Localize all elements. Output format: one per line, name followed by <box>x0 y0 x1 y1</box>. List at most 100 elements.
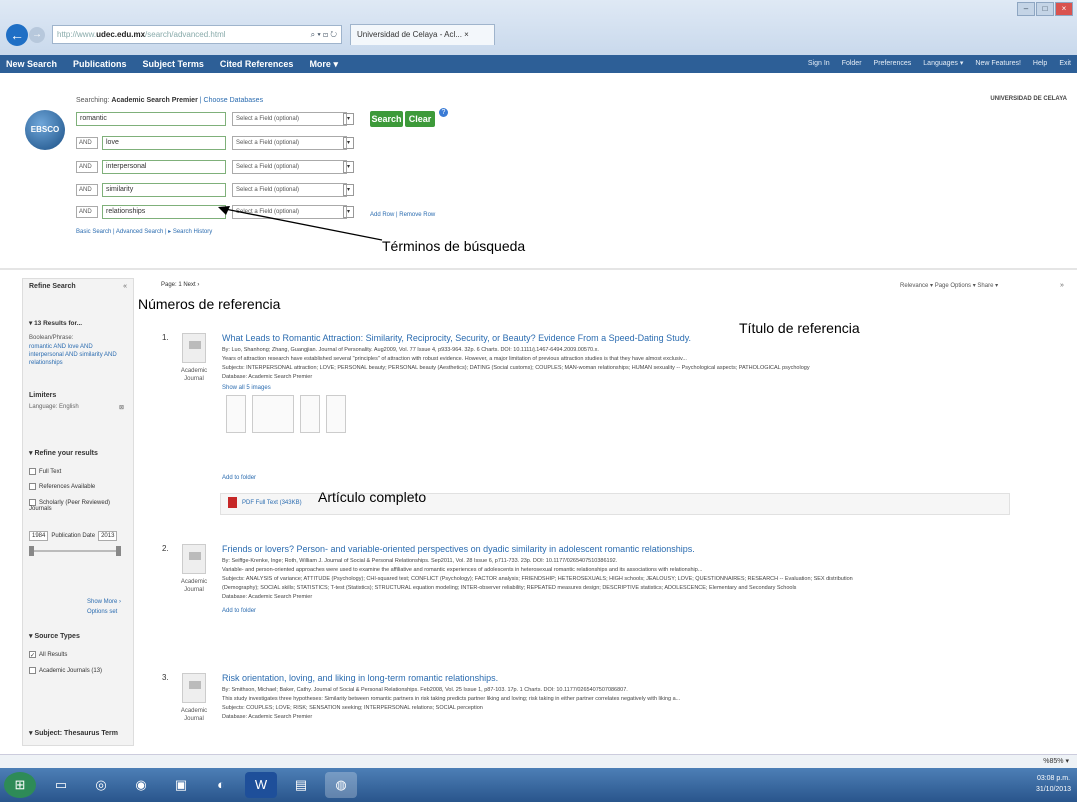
search-term-input-2[interactable]: love <box>102 136 226 150</box>
year-to-input[interactable]: 2013 <box>98 531 118 541</box>
app-taskbar-icon[interactable]: ▤ <box>285 772 317 798</box>
minimize-button[interactable]: – <box>1017 2 1035 16</box>
browser-tab[interactable]: Universidad de Celaya - Acl... × <box>350 24 495 45</box>
journal-icon[interactable] <box>182 544 206 574</box>
nav-publications[interactable]: Publications <box>73 55 127 73</box>
address-bar[interactable]: http://www.udec.edu.mx/search/advanced.h… <box>52 25 342 44</box>
nav-languages[interactable]: Languages ▾ <box>923 55 963 73</box>
add-to-folder-link[interactable]: Add to folder <box>222 608 256 614</box>
sort-options[interactable]: Relevance ▾ Page Options ▾ Share ▾ <box>900 282 998 289</box>
boolean-select-4[interactable]: AND <box>76 184 98 196</box>
pdf-full-text-link[interactable]: PDF Full Text (343KB) <box>242 500 302 506</box>
search-mode-links[interactable]: Basic Search | Advanced Search | ▸ Searc… <box>76 228 212 235</box>
explorer-taskbar-icon[interactable]: ▭ <box>45 772 77 798</box>
search-term-input-3[interactable]: interpersonal <box>102 160 226 174</box>
show-more-link[interactable]: Show More › <box>87 599 121 605</box>
nav-help[interactable]: Help <box>1033 55 1047 73</box>
chevron-down-icon[interactable]: ▾ <box>343 113 354 125</box>
result-subjects-cont: (Demography); SOCIAL skills; STATISTICS;… <box>222 585 797 591</box>
start-button[interactable]: ⊞ <box>4 772 36 798</box>
address-domain: udec.edu.mx <box>96 30 146 39</box>
show-images-link[interactable]: Show all 5 images <box>222 385 271 391</box>
chevron-down-icon[interactable]: ▾ <box>343 184 354 196</box>
field-select-4[interactable]: Select a Field (optional) <box>232 183 347 197</box>
back-button[interactable]: ← <box>6 24 28 46</box>
options-set-link[interactable]: Options set <box>87 609 117 615</box>
boolean-select-3[interactable]: AND <box>76 161 98 173</box>
result-title[interactable]: Friends or lovers? Person- and variable-… <box>222 544 695 554</box>
result-title[interactable]: Risk orientation, loving, and liking in … <box>222 673 498 683</box>
checkbox-academic[interactable] <box>29 667 36 674</box>
journal-icon[interactable] <box>182 673 206 703</box>
result-title[interactable]: What Leads to Romantic Attraction: Simil… <box>222 333 691 343</box>
search-term-input-4[interactable]: similarity <box>102 183 226 197</box>
result-subjects: Subjects: ANALYSIS of variance; ATTITUDE… <box>222 576 853 582</box>
image-thumbnail[interactable] <box>326 395 346 433</box>
chrome-taskbar-icon[interactable]: ◉ <box>125 772 157 798</box>
media-taskbar-icon[interactable]: ◎ <box>85 772 117 798</box>
results-for[interactable]: ▾ 13 Results for... <box>29 319 82 327</box>
pdf-icon[interactable] <box>228 497 237 508</box>
address-controls[interactable]: ⌕ ▾ ⊡ ↻ <box>311 26 337 43</box>
result-subjects: Subjects: COUPLES; LOVE; RISK; SENSATION… <box>222 705 483 711</box>
nav-more[interactable]: More ▾ <box>309 55 338 73</box>
checkbox-full-text[interactable] <box>29 468 36 475</box>
limiters-heading: Limiters <box>29 392 57 399</box>
nav-subject-terms[interactable]: Subject Terms <box>143 55 204 73</box>
boolean-phrase-value[interactable]: romantic AND love AND interpersonal AND … <box>29 343 119 367</box>
add-to-folder-link[interactable]: Add to folder <box>222 475 256 481</box>
system-clock[interactable]: 03:08 p.m. 31/10/2013 <box>1036 773 1071 795</box>
app-taskbar-icon[interactable]: ▣ <box>165 772 197 798</box>
result-byline: By: Smithson, Michael; Baker, Cathy. Jou… <box>222 687 628 693</box>
app-taskbar-icon[interactable]: ◐ <box>205 772 237 798</box>
result-type: Academic Journal <box>180 368 208 382</box>
search-term-input-1[interactable]: romantic <box>76 112 226 126</box>
image-thumbnail[interactable] <box>226 395 246 433</box>
checkbox-references[interactable] <box>29 483 36 490</box>
nav-cited-references[interactable]: Cited References <box>220 55 294 73</box>
nav-preferences[interactable]: Preferences <box>874 55 912 73</box>
boolean-select-5[interactable]: AND <box>76 206 98 218</box>
chevron-down-icon[interactable]: ▾ <box>343 161 354 173</box>
collapse-icon[interactable]: « <box>123 283 127 290</box>
nav-sign-in[interactable]: Sign In <box>808 55 830 73</box>
year-from-input[interactable]: 1984 <box>29 531 49 541</box>
field-select-2[interactable]: Select a Field (optional) <box>232 136 347 150</box>
nav-new-features[interactable]: New Features! <box>975 55 1021 73</box>
zoom-level[interactable]: %85% ▾ <box>1043 757 1069 765</box>
help-icon[interactable]: ? <box>439 108 448 117</box>
result-type: Academic Journal <box>180 708 208 722</box>
source-types-heading[interactable]: ▾ Source Types <box>29 632 80 640</box>
nav-new-search[interactable]: New Search <box>6 55 57 73</box>
subject-heading[interactable]: ▾ Subject: Thesaurus Term <box>29 729 118 737</box>
field-select-1[interactable]: Select a Field (optional) <box>232 112 347 126</box>
close-window-button[interactable]: × <box>1055 2 1073 16</box>
search-term-input-5[interactable]: relationships <box>102 205 226 219</box>
collapse-right-icon[interactable]: » <box>1060 282 1064 289</box>
nav-exit[interactable]: Exit <box>1059 55 1071 73</box>
checkbox-scholarly[interactable] <box>29 499 36 506</box>
date-slider[interactable] <box>29 546 121 556</box>
chevron-down-icon[interactable]: ▾ <box>343 137 354 149</box>
refine-search-title: Refine Search <box>29 283 76 290</box>
refine-results-heading[interactable]: ▾ Refine your results <box>29 449 98 457</box>
journal-icon[interactable] <box>182 333 206 363</box>
boolean-select-2[interactable]: AND <box>76 137 98 149</box>
search-button[interactable]: Search <box>370 111 403 127</box>
ie-taskbar-icon[interactable]: ◍ <box>325 772 357 798</box>
maximize-button[interactable]: □ <box>1036 2 1054 16</box>
result-item: 3. Academic Journal Risk orientation, lo… <box>162 673 1012 743</box>
checkbox-all-results[interactable]: ✓ <box>29 651 36 659</box>
image-thumbnail[interactable] <box>252 395 294 433</box>
choose-databases-link[interactable]: | Choose Databases <box>200 97 263 104</box>
word-taskbar-icon[interactable]: W <box>245 772 277 798</box>
image-thumbnail[interactable] <box>300 395 320 433</box>
field-select-3[interactable]: Select a Field (optional) <box>232 160 347 174</box>
clear-button[interactable]: Clear <box>405 111 435 127</box>
forward-button[interactable]: → <box>29 27 45 43</box>
remove-limiter-icon[interactable]: ⊠ <box>119 404 124 411</box>
pagination[interactable]: Page: 1 Next › <box>161 282 199 288</box>
windows-taskbar: ⊞ ▭ ◎ ◉ ▣ ◐ W ▤ ◍ 03:08 p.m. 31/10/2013 <box>0 768 1077 802</box>
clock-time: 03:08 p.m. <box>1036 775 1071 782</box>
nav-folder[interactable]: Folder <box>842 55 862 73</box>
